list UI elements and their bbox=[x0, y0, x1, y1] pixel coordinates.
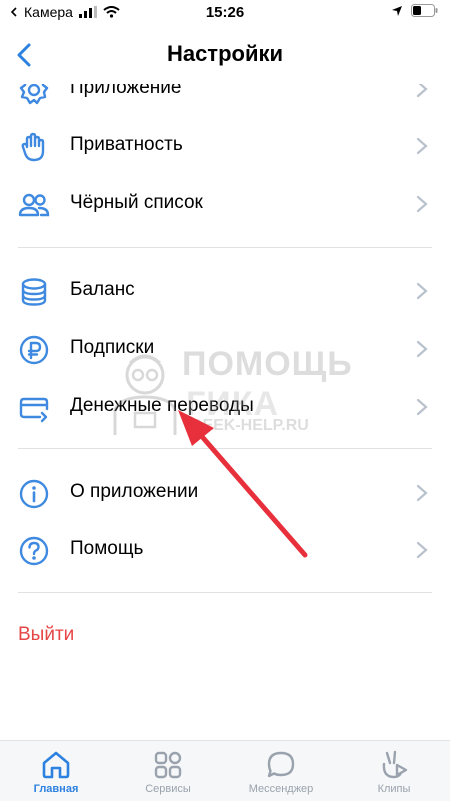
chevron-right-icon bbox=[416, 84, 428, 98]
home-icon bbox=[42, 751, 70, 779]
people-icon bbox=[18, 193, 50, 217]
tab-services[interactable]: Сервисы bbox=[112, 741, 224, 801]
tab-bar: Главная Сервисы Мессенджер Клипы bbox=[0, 740, 450, 801]
divider bbox=[18, 247, 432, 248]
chevron-right-icon bbox=[416, 541, 428, 559]
menu-item-blacklist[interactable]: Чёрный список bbox=[0, 175, 450, 233]
status-right bbox=[391, 4, 438, 17]
chevron-right-icon bbox=[416, 484, 428, 502]
battery-icon bbox=[411, 4, 438, 17]
divider bbox=[18, 448, 432, 449]
card-transfer-icon bbox=[19, 397, 49, 423]
services-icon bbox=[154, 751, 182, 779]
page-title: Настройки bbox=[166, 41, 284, 66]
question-icon bbox=[19, 536, 49, 566]
ruble-icon bbox=[19, 335, 49, 365]
hand-icon bbox=[21, 132, 45, 162]
menu-item-about[interactable]: О приложении bbox=[0, 464, 450, 522]
info-icon bbox=[19, 479, 49, 509]
menu-item-balance[interactable]: Баланс bbox=[0, 262, 450, 320]
tab-label: Сервисы bbox=[145, 783, 191, 795]
tab-messenger[interactable]: Мессенджер bbox=[225, 741, 337, 801]
menu-item-privacy[interactable]: Приватность bbox=[0, 117, 450, 175]
tab-label: Главная bbox=[33, 783, 79, 795]
tab-clips[interactable]: Клипы bbox=[338, 741, 450, 801]
geek-mascot-icon bbox=[113, 354, 177, 435]
menu-item-label: Приватность bbox=[70, 134, 183, 155]
watermark-line-1: ПОМОЩЬ bbox=[182, 345, 353, 383]
divider bbox=[18, 592, 432, 593]
header: Настройки bbox=[0, 26, 450, 84]
chevron-right-icon bbox=[416, 137, 428, 155]
chevron-right-icon bbox=[416, 282, 428, 300]
tab-home[interactable]: Главная bbox=[0, 741, 112, 801]
chevron-right-icon bbox=[416, 398, 428, 416]
status-bar: Камера 15:26 bbox=[0, 0, 450, 26]
watermark: ПОМОЩЬ ГИКА GEEK-HELP.RU bbox=[110, 345, 360, 445]
menu-item-label: О приложении bbox=[70, 481, 199, 502]
messenger-icon bbox=[267, 751, 295, 778]
chevron-right-icon bbox=[416, 195, 428, 213]
status-time: 15:26 bbox=[205, 4, 245, 21]
menu-item-label: Приложение bbox=[70, 84, 182, 98]
menu-item-app[interactable]: Приложение bbox=[0, 84, 450, 118]
location-icon bbox=[392, 5, 402, 16]
clips-icon bbox=[382, 750, 408, 779]
menu-item-label: Помощь bbox=[70, 538, 144, 559]
coins-icon bbox=[21, 278, 47, 306]
menu-item-help[interactable]: Помощь bbox=[0, 521, 450, 579]
chevron-right-icon bbox=[416, 340, 428, 358]
watermark-line-3: GEEK-HELP.RU bbox=[190, 417, 309, 434]
menu-item-label: Чёрный список bbox=[70, 192, 203, 213]
menu-item-label: Баланс bbox=[70, 279, 135, 300]
gear-icon bbox=[19, 84, 49, 105]
tab-label: Мессенджер bbox=[248, 783, 314, 795]
tab-label: Клипы bbox=[377, 783, 411, 795]
logout-button[interactable]: Выйти bbox=[18, 624, 74, 646]
